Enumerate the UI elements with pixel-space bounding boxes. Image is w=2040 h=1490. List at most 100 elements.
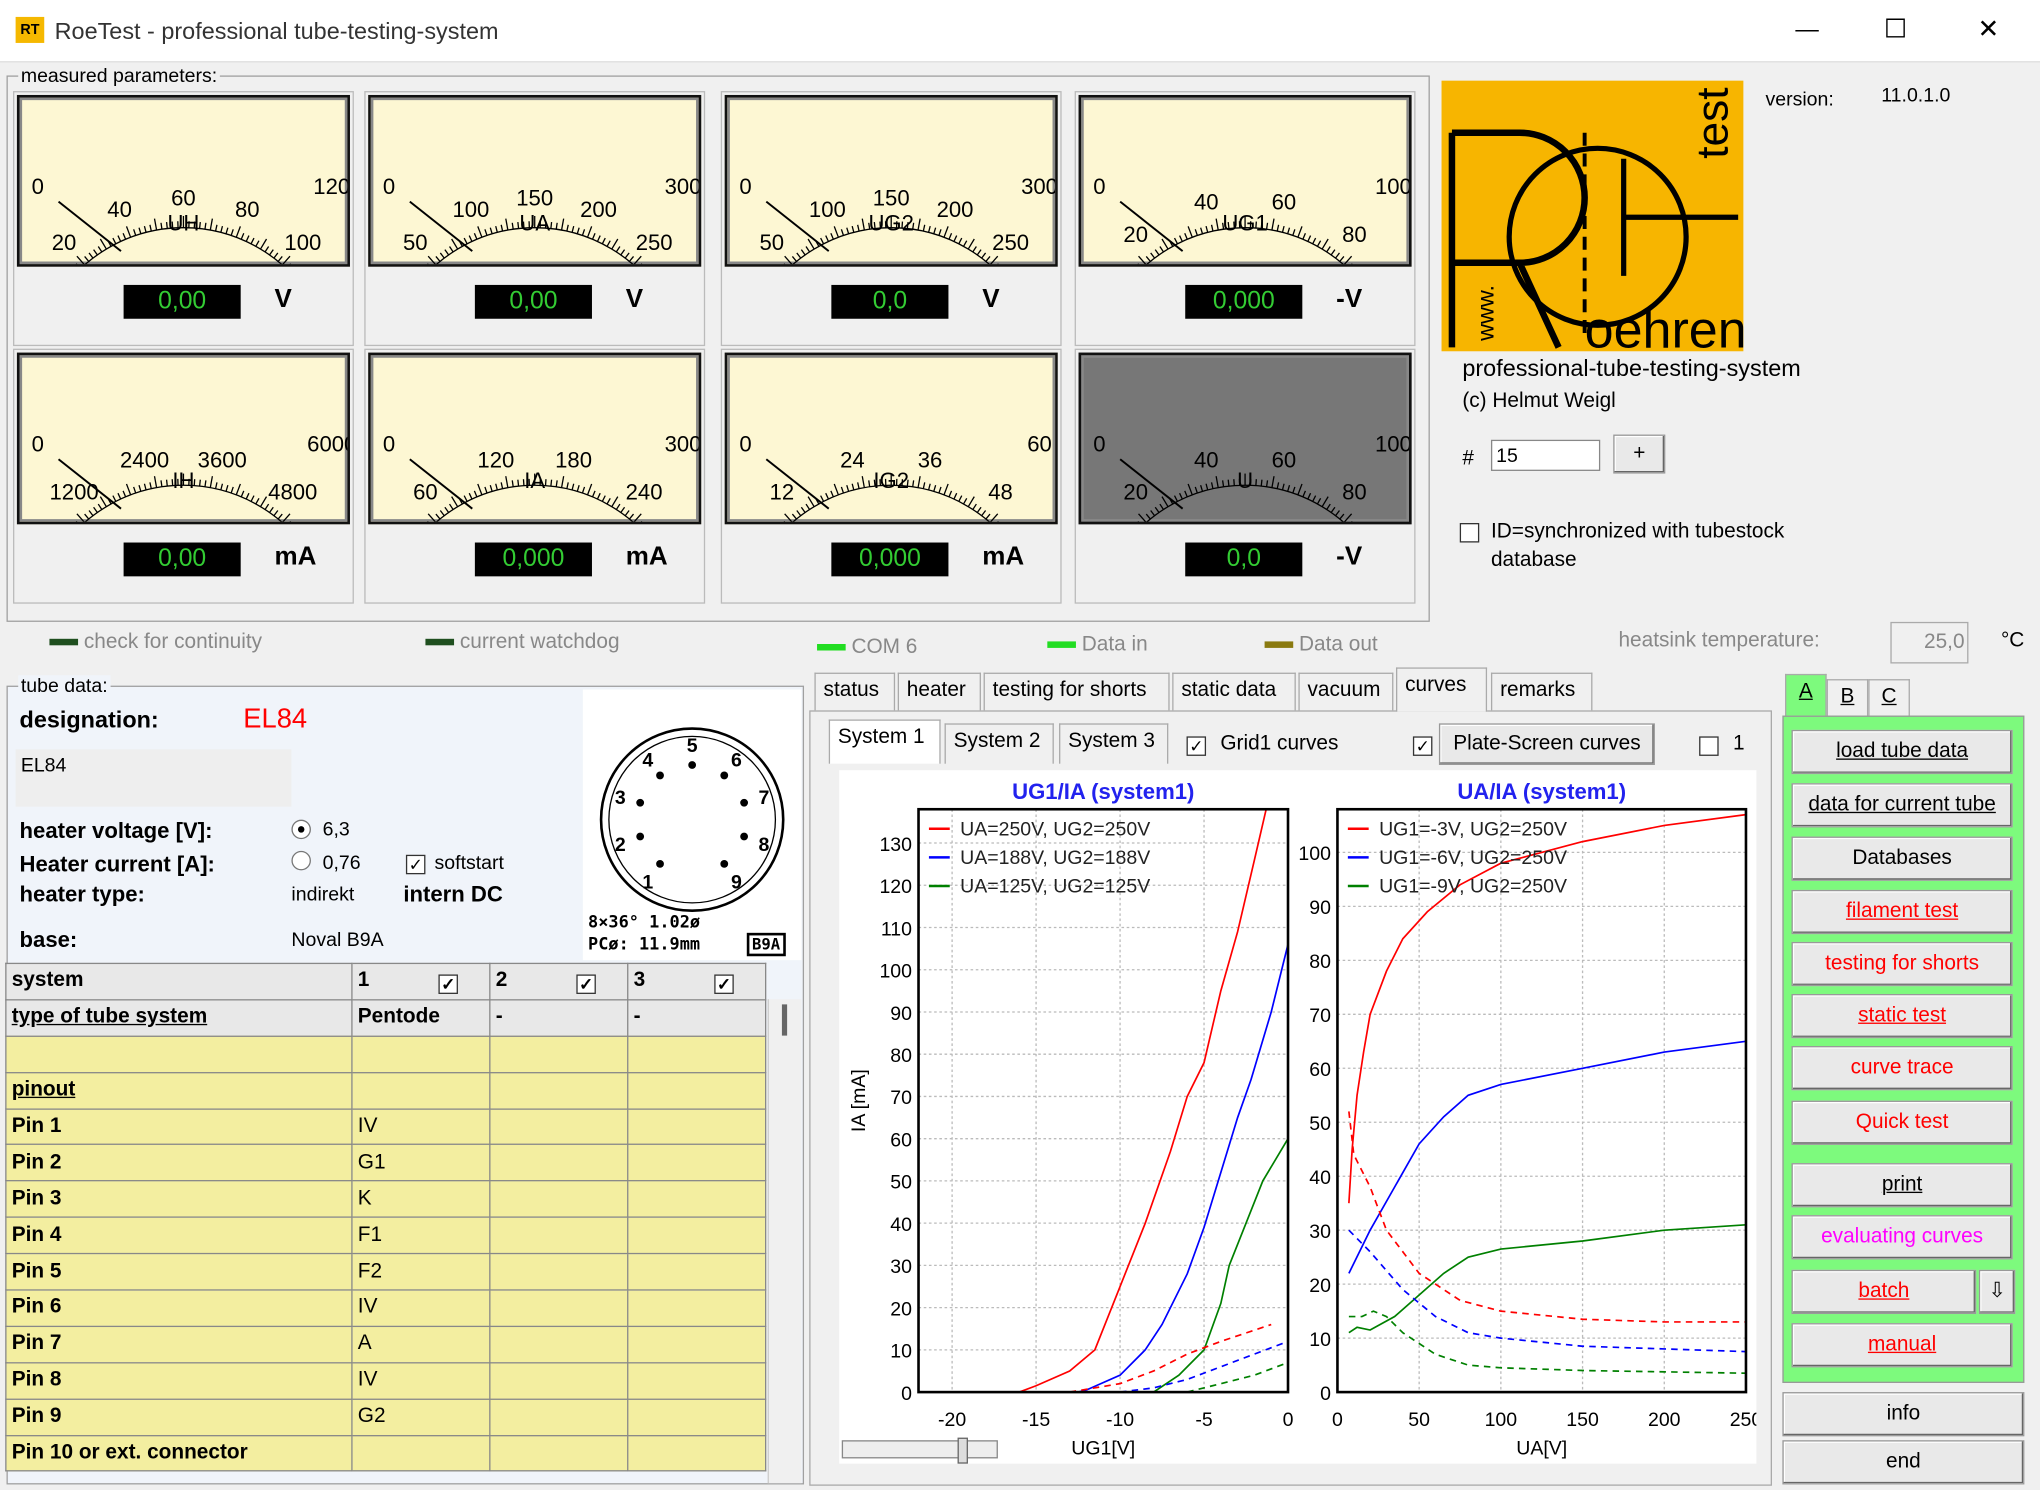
table-cell[interactable] bbox=[489, 1107, 629, 1146]
table-cell[interactable] bbox=[627, 1253, 767, 1291]
print-button[interactable]: print bbox=[1791, 1163, 2013, 1208]
end-button[interactable]: end bbox=[1782, 1440, 2025, 1485]
Databases-button[interactable]: Databases bbox=[1791, 836, 2013, 881]
table-cell[interactable] bbox=[489, 1035, 629, 1073]
minimize-button[interactable]: — bbox=[1795, 16, 1818, 43]
curve-trace-button[interactable]: curve trace bbox=[1791, 1046, 2013, 1091]
filament-test-button[interactable]: filament test bbox=[1791, 889, 2013, 935]
table-cell[interactable]: pinout bbox=[5, 1071, 353, 1110]
table-cell[interactable]: F2 bbox=[351, 1253, 491, 1291]
table-cell[interactable]: Pin 3 bbox=[5, 1180, 353, 1219]
table-cell[interactable]: Pin 6 bbox=[5, 1289, 353, 1327]
system-enable-checkbox[interactable]: ✓ bbox=[576, 974, 596, 994]
table-cell[interactable]: type of tube system bbox=[5, 999, 353, 1037]
table-cell[interactable]: Pin 5 bbox=[5, 1253, 353, 1291]
table-cell[interactable] bbox=[489, 1071, 629, 1110]
testing-for-shorts-button[interactable]: testing for shorts bbox=[1791, 941, 2013, 987]
data-for-current-tube-button[interactable]: data for current tube bbox=[1791, 783, 2013, 828]
tab-curves[interactable]: curves bbox=[1395, 667, 1488, 712]
table-cell[interactable]: IV bbox=[351, 1289, 491, 1327]
batch-dropdown-button[interactable]: ⇩ bbox=[1978, 1269, 2016, 1315]
table-cell[interactable] bbox=[489, 1434, 629, 1473]
tab-vacuum[interactable]: vacuum bbox=[1298, 672, 1394, 712]
table-cell[interactable]: Pin 2 bbox=[5, 1144, 353, 1182]
chart-slider[interactable] bbox=[841, 1437, 998, 1464]
page-tab-a[interactable]: A bbox=[1784, 673, 1827, 716]
manual-button[interactable]: manual bbox=[1791, 1323, 2013, 1368]
system-enable-checkbox[interactable]: ✓ bbox=[714, 974, 734, 994]
table-cell[interactable]: IV bbox=[351, 1361, 491, 1400]
table-cell[interactable] bbox=[489, 1144, 629, 1182]
tab-static-data[interactable]: static data bbox=[1172, 672, 1296, 712]
system-enable-checkbox[interactable]: ✓ bbox=[438, 974, 458, 994]
page-tab-b[interactable]: B bbox=[1826, 679, 1869, 716]
table-cell[interactable]: Pin 7 bbox=[5, 1325, 353, 1364]
table-cell[interactable]: G1 bbox=[351, 1144, 491, 1182]
table-cell[interactable] bbox=[627, 1180, 767, 1219]
table-cell[interactable] bbox=[489, 1398, 629, 1436]
plate-screen-button[interactable]: Plate-Screen curves bbox=[1438, 723, 1655, 765]
id-input[interactable]: 15 bbox=[1490, 439, 1601, 471]
heater-voltage-radio[interactable] bbox=[291, 819, 311, 840]
table-cell[interactable] bbox=[627, 1289, 767, 1327]
info-button[interactable]: info bbox=[1782, 1392, 2025, 1437]
table-cell[interactable]: - bbox=[627, 999, 767, 1037]
table-cell[interactable] bbox=[489, 1216, 629, 1255]
table-cell[interactable] bbox=[489, 1180, 629, 1219]
table-cell[interactable]: Pin 10 or ext. connector bbox=[5, 1434, 353, 1473]
table-cell[interactable] bbox=[627, 1434, 767, 1473]
table-cell[interactable] bbox=[627, 1035, 767, 1073]
table-cell[interactable] bbox=[351, 1035, 491, 1073]
grid1-checkbox[interactable]: ✓ bbox=[1186, 734, 1207, 756]
subtab-system-2[interactable]: System 2 bbox=[944, 723, 1054, 764]
table-cell[interactable] bbox=[489, 1289, 629, 1327]
table-cell[interactable]: Pin 9 bbox=[5, 1398, 353, 1436]
tab-heater[interactable]: heater bbox=[897, 672, 981, 712]
table-cell[interactable] bbox=[627, 1107, 767, 1146]
static-test-button[interactable]: static test bbox=[1791, 993, 2013, 1039]
meter-tick bbox=[1321, 496, 1329, 507]
table-cell[interactable] bbox=[489, 1361, 629, 1400]
table-cell[interactable] bbox=[5, 1035, 353, 1073]
id-plus-button[interactable]: + bbox=[1613, 434, 1666, 474]
page-tab-c[interactable]: C bbox=[1868, 679, 1910, 716]
table-cell[interactable] bbox=[351, 1434, 491, 1473]
maximize-button[interactable]: ☐ bbox=[1884, 13, 1907, 46]
subtab-system-3[interactable]: System 3 bbox=[1059, 723, 1169, 764]
table-cell[interactable] bbox=[489, 1325, 629, 1364]
table-cell[interactable]: F1 bbox=[351, 1216, 491, 1255]
table-cell[interactable] bbox=[351, 1071, 491, 1110]
table-scrollbar[interactable] bbox=[767, 999, 802, 1484]
table-cell[interactable]: Pentode bbox=[351, 999, 491, 1037]
table-cell[interactable]: K bbox=[351, 1180, 491, 1219]
table-cell[interactable]: - bbox=[489, 999, 629, 1037]
tab-testing-for-shorts[interactable]: testing for shorts bbox=[983, 672, 1170, 712]
table-cell[interactable] bbox=[489, 1253, 629, 1291]
plate-screen-checkbox[interactable]: ✓ bbox=[1412, 734, 1433, 756]
subtab-system-1[interactable]: System 1 bbox=[828, 719, 941, 764]
Quick-test-button[interactable]: Quick test bbox=[1791, 1100, 2013, 1145]
table-cell[interactable]: G2 bbox=[351, 1398, 491, 1436]
table-cell[interactable]: IV bbox=[351, 1107, 491, 1146]
batch-button[interactable]: batch bbox=[1791, 1269, 1977, 1315]
table-cell[interactable] bbox=[627, 1071, 767, 1110]
table-cell[interactable] bbox=[627, 1325, 767, 1364]
table-cell[interactable] bbox=[627, 1361, 767, 1400]
evaluating-curves-button[interactable]: evaluating curves bbox=[1791, 1215, 2013, 1260]
tab-remarks[interactable]: remarks bbox=[1490, 672, 1593, 712]
heater-current-radio[interactable] bbox=[291, 850, 311, 871]
tab-status[interactable]: status bbox=[814, 672, 896, 712]
table-cell[interactable]: Pin 1 bbox=[5, 1107, 353, 1146]
close-button[interactable]: ✕ bbox=[1978, 13, 2000, 46]
table-cell[interactable] bbox=[627, 1144, 767, 1182]
option-1-checkbox[interactable] bbox=[1699, 734, 1719, 756]
load-tube-data-button[interactable]: load tube data bbox=[1791, 729, 2013, 775]
table-cell[interactable]: Pin 4 bbox=[5, 1216, 353, 1255]
table-cell[interactable]: Pin 8 bbox=[5, 1361, 353, 1400]
chart-slider-thumb[interactable] bbox=[957, 1437, 968, 1464]
softstart-checkbox[interactable]: ✓ bbox=[405, 852, 426, 874]
table-cell[interactable] bbox=[627, 1216, 767, 1255]
sync-checkbox[interactable] bbox=[1459, 520, 1480, 542]
table-cell[interactable]: A bbox=[351, 1325, 491, 1364]
table-cell[interactable] bbox=[627, 1398, 767, 1436]
